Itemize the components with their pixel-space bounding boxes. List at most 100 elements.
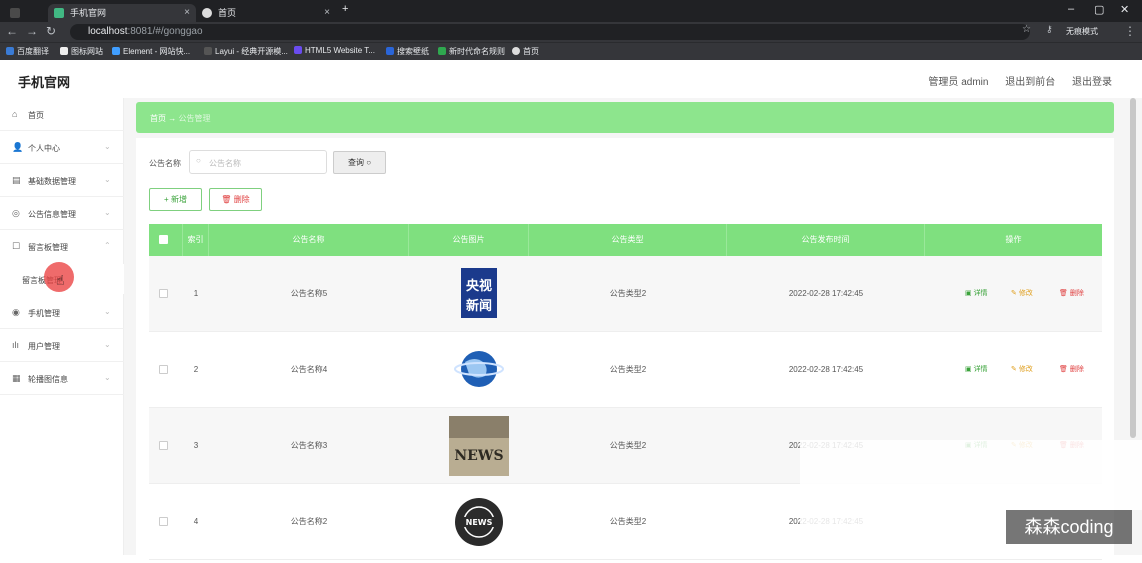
column-header[interactable]: 公告发布时间 xyxy=(727,224,925,256)
row-checkbox[interactable] xyxy=(159,517,168,526)
breadcrumb-home[interactable]: 首页 xyxy=(150,114,166,123)
sidebar-item-notice[interactable]: ◎ 公告信息管理 ⌄ xyxy=(0,197,124,230)
home-icon: ⌂ xyxy=(12,109,18,119)
edit-button[interactable]: ✎ 修改 xyxy=(1011,256,1033,332)
star-icon[interactable]: ☆ xyxy=(1022,24,1031,35)
browser-tab-active[interactable]: 手机官网 × xyxy=(48,4,196,22)
carousel-icon: ▦ xyxy=(12,373,21,383)
bookmark-item[interactable]: 图标网站 xyxy=(60,46,103,57)
sidebar-item-carousel[interactable]: ▦ 轮播图信息 ⌄ xyxy=(0,362,124,395)
sidebar-item-home[interactable]: ⌂ 首页 xyxy=(0,98,124,131)
sidebar-item-label: 首页 xyxy=(28,111,44,120)
bookmark-item[interactable]: HTML5 Website T... xyxy=(294,46,375,55)
vertical-scrollbar[interactable] xyxy=(1130,98,1136,438)
row-name: 公告名称3 xyxy=(290,441,328,450)
sidebar-item-label: 基础数据管理 xyxy=(28,177,76,186)
message-icon: ☐ xyxy=(12,241,21,251)
bookmark-item[interactable]: 新时代命名规则 xyxy=(438,46,505,57)
sidebar-item-basic-data[interactable]: ▤ 基础数据管理 ⌄ xyxy=(0,164,124,197)
admin-label: 管理员 admin xyxy=(928,77,989,88)
close-tab-icon[interactable]: × xyxy=(324,4,330,22)
chevron-down-icon: ⌄ xyxy=(104,175,111,184)
row-type: 公告类型2 xyxy=(609,517,647,526)
bookmark-item[interactable]: 首页 xyxy=(512,46,539,57)
to-front-link[interactable]: 退出到前台 xyxy=(1005,77,1055,88)
column-header[interactable]: 公告图片 xyxy=(409,224,529,256)
search-icon: ○ xyxy=(366,158,372,167)
window-close-icon[interactable]: ✕ xyxy=(1120,3,1129,16)
minimize-icon[interactable]: – xyxy=(1068,3,1074,15)
column-header[interactable]: 公告类型 xyxy=(529,224,727,256)
select-all-checkbox[interactable] xyxy=(159,235,168,244)
database-icon: ▤ xyxy=(12,175,21,185)
tab-title: 首页 xyxy=(218,8,237,18)
key-icon[interactable]: ⚷ xyxy=(1046,24,1053,35)
row-name: 公告名称4 xyxy=(290,365,328,374)
sidebar-item-messages[interactable]: ☐ 留言板管理 ⌃ xyxy=(0,230,124,263)
table-header: 索引 公告名称 公告图片 公告类型 公告发布时间 操作 xyxy=(149,224,1102,256)
delete-button[interactable]: 🗑 删除 xyxy=(1059,332,1084,408)
row-index: 2 xyxy=(193,365,199,374)
browser-tab[interactable]: 首页 × xyxy=(196,4,336,22)
sidebar-item-users[interactable]: ılı 用户管理 ⌄ xyxy=(0,329,124,362)
chevron-down-icon: ⌄ xyxy=(104,142,111,151)
browser-tab-bar: 手机官网 × 首页 × + – ▢ ✕ xyxy=(0,0,1142,22)
chevron-down-icon: ⌄ xyxy=(104,307,111,316)
plus-icon: + xyxy=(164,195,169,204)
reload-icon[interactable]: ↻ xyxy=(46,24,56,38)
breadcrumb-arrow: → xyxy=(168,114,177,123)
bookmark-item[interactable]: 搜索壁纸 xyxy=(386,46,429,57)
sidebar-item-label: 轮播图信息 xyxy=(28,375,68,384)
breadcrumb-current: 公告管理 xyxy=(178,114,211,123)
url-host: localhost xyxy=(88,26,128,37)
forward-icon[interactable]: → xyxy=(26,24,38,38)
sidebar-item-label: 用户管理 xyxy=(28,342,60,351)
column-header[interactable]: 公告名称 xyxy=(209,224,409,256)
column-header[interactable]: 索引 xyxy=(183,224,209,256)
row-checkbox[interactable] xyxy=(159,365,168,374)
incognito-label[interactable]: 无痕模式 xyxy=(1066,26,1098,37)
batch-delete-button[interactable]: 🗑 删除 xyxy=(209,188,262,211)
search-input[interactable]: ○ 公告名称 xyxy=(189,150,327,174)
sidebar: ⌂ 首页 👤 个人中心 ⌄ ▤ 基础数据管理 ⌄ ◎ 公告信息管理 ⌄ ☐ 留言… xyxy=(0,98,124,555)
users-icon: ılı xyxy=(12,340,20,350)
bookmark-item[interactable]: 百度翻译 xyxy=(6,46,49,57)
breadcrumb-bar: 首页 → 公告管理 xyxy=(136,102,1114,133)
add-button[interactable]: + 新增 xyxy=(149,188,202,211)
detail-button[interactable]: ▣ 详情 xyxy=(965,256,988,332)
edit-button[interactable]: ✎ 修改 xyxy=(1011,332,1033,408)
row-name: 公告名称2 xyxy=(290,517,328,526)
bookmark-item[interactable]: Element - 网站快... xyxy=(112,46,190,57)
row-checkbox[interactable] xyxy=(159,441,168,450)
svg-text:NEWS: NEWS xyxy=(466,518,493,527)
bookmarks-bar: 百度翻译 图标网站 Element - 网站快... Layui - 经典开源模… xyxy=(0,42,1142,60)
new-tab-button[interactable]: + xyxy=(342,3,348,15)
menu-icon[interactable]: ⋮ xyxy=(1124,24,1136,38)
table-row: 1 公告名称5 央视 新闻 公告类型2 2022-02-28 17:42:45 … xyxy=(149,256,1102,332)
logout-link[interactable]: 退出登录 xyxy=(1072,77,1112,88)
row-checkbox[interactable] xyxy=(159,289,168,298)
detail-button[interactable]: ▣ 详情 xyxy=(965,332,988,408)
brand-title: 手机官网 xyxy=(18,75,71,90)
globe-image xyxy=(439,332,519,408)
url-field[interactable]: localhost:8081/#/gonggao xyxy=(70,24,1030,40)
browser-tab-pinned[interactable] xyxy=(4,4,44,22)
delete-button[interactable]: 🗑 删除 xyxy=(1059,256,1084,332)
sidebar-item-phones[interactable]: ◉ 手机管理 ⌄ xyxy=(0,296,124,329)
sidebar-item-profile[interactable]: 👤 个人中心 ⌄ xyxy=(0,131,124,164)
column-header: 操作 xyxy=(1005,235,1022,244)
phone-icon: ◉ xyxy=(12,307,20,317)
news-paper-image: NEWS xyxy=(439,408,519,484)
vue-icon xyxy=(54,8,64,18)
query-button[interactable]: 查询 ○ xyxy=(333,151,386,174)
row-actions: ▣ 详情 ✎ 修改 🗑 删除 xyxy=(939,256,1099,332)
row-time: 2022-02-28 17:42:45 xyxy=(788,289,864,298)
maximize-icon[interactable]: ▢ xyxy=(1094,3,1104,16)
chevron-down-icon: ⌄ xyxy=(104,340,111,349)
tab-title: 手机官网 xyxy=(70,8,107,18)
back-icon[interactable]: ← xyxy=(6,24,18,38)
bookmark-item[interactable]: Layui - 经典开源模... xyxy=(204,46,288,57)
blur-overlay xyxy=(800,440,1006,555)
cctv-news-image: 央视 新闻 xyxy=(439,256,519,332)
close-tab-icon[interactable]: × xyxy=(184,4,190,22)
